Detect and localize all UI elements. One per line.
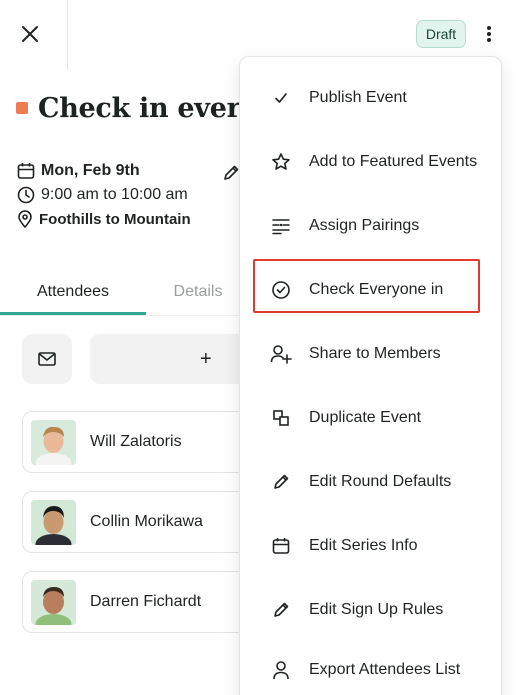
check-circle-icon [270, 279, 292, 301]
event-time: 9:00 am to 10:00 am [41, 186, 188, 203]
tab-bar: Attendees Details [0, 268, 250, 316]
menu-item-label: Check Everyone in [309, 281, 444, 298]
avatar [31, 579, 76, 625]
attendee-card[interactable]: Collin Morikawa [22, 491, 252, 553]
attendee-name: Collin Morikawa [90, 513, 203, 530]
event-time-row: 9:00 am to 10:00 am [17, 186, 188, 204]
pencil-icon [270, 599, 292, 621]
more-vertical-icon [487, 26, 491, 42]
plus-icon: + [200, 347, 212, 370]
attendee-name: Will Zalatoris [90, 433, 182, 450]
event-location-row: Foothills to Mountain [17, 210, 191, 228]
menu-item-label: Publish Event [309, 89, 407, 106]
menu-item-label: Edit Series Info [309, 537, 418, 554]
mail-icon [38, 352, 56, 366]
user-plus-icon [270, 343, 292, 365]
attendee-name: Darren Fichardt [90, 593, 202, 610]
menu-item-label: Share to Members [309, 345, 441, 362]
user-icon [270, 659, 292, 681]
menu-item-assign-pairings[interactable]: Assign Pairings [240, 198, 503, 254]
menu-item-edit-round-defaults[interactable]: Edit Round Defaults [240, 454, 503, 510]
menu-item-label: Edit Sign Up Rules [309, 601, 444, 618]
tab-attendees[interactable]: Attendees [0, 268, 146, 316]
avatar [31, 499, 76, 545]
close-button[interactable] [14, 18, 46, 50]
event-date-row: Mon, Feb 9th [17, 162, 140, 180]
menu-item-duplicate-event[interactable]: Duplicate Event [240, 390, 503, 446]
event-color-marker [16, 102, 28, 114]
calendar-icon [270, 535, 292, 557]
avatar [31, 419, 76, 465]
more-options-button[interactable] [476, 20, 502, 48]
close-icon [22, 26, 38, 42]
menu-item-add-featured[interactable]: Add to Featured Events [240, 134, 503, 190]
event-location: Foothills to Mountain [39, 210, 191, 228]
menu-item-label: Duplicate Event [309, 409, 422, 426]
pencil-icon [270, 471, 292, 493]
check-icon [270, 87, 292, 109]
menu-item-label: Export Attendees List [309, 661, 461, 678]
attendee-card[interactable]: Will Zalatoris [22, 411, 252, 473]
tab-details[interactable]: Details [146, 268, 250, 316]
event-options-menu: Publish Event Add to Featured Events Ass… [239, 56, 502, 695]
menu-item-edit-sign-up-rules[interactable]: Edit Sign Up Rules [240, 582, 503, 638]
active-tab-indicator [0, 312, 146, 315]
duplicate-icon [270, 407, 292, 429]
pencil-icon [224, 165, 239, 180]
menu-item-label: Add to Featured Events [309, 153, 478, 170]
tabs-divider [0, 315, 250, 316]
star-icon [270, 151, 292, 173]
menu-item-label: Assign Pairings [309, 217, 420, 234]
menu-item-label: Edit Round Defaults [309, 473, 452, 490]
clock-icon [17, 186, 35, 204]
email-attendees-button[interactable] [22, 334, 72, 384]
map-pin-icon [18, 210, 32, 228]
event-title-row: Check in everyo [16, 88, 274, 128]
menu-item-edit-series-info[interactable]: Edit Series Info [240, 518, 503, 574]
menu-item-share-members[interactable]: Share to Members [240, 326, 503, 382]
calendar-icon [17, 163, 35, 179]
status-badge: Draft [416, 20, 466, 48]
event-date: Mon, Feb 9th [41, 162, 140, 179]
attendee-card[interactable]: Darren Fichardt [22, 571, 252, 633]
add-attendee-button[interactable]: + [90, 334, 250, 384]
menu-item-publish-event[interactable]: Publish Event [240, 70, 503, 126]
menu-item-export-attendees[interactable]: Export Attendees List [240, 642, 503, 695]
menu-item-check-everyone-in[interactable]: Check Everyone in [240, 262, 503, 318]
pairings-icon [270, 215, 292, 237]
header-divider [67, 0, 68, 70]
